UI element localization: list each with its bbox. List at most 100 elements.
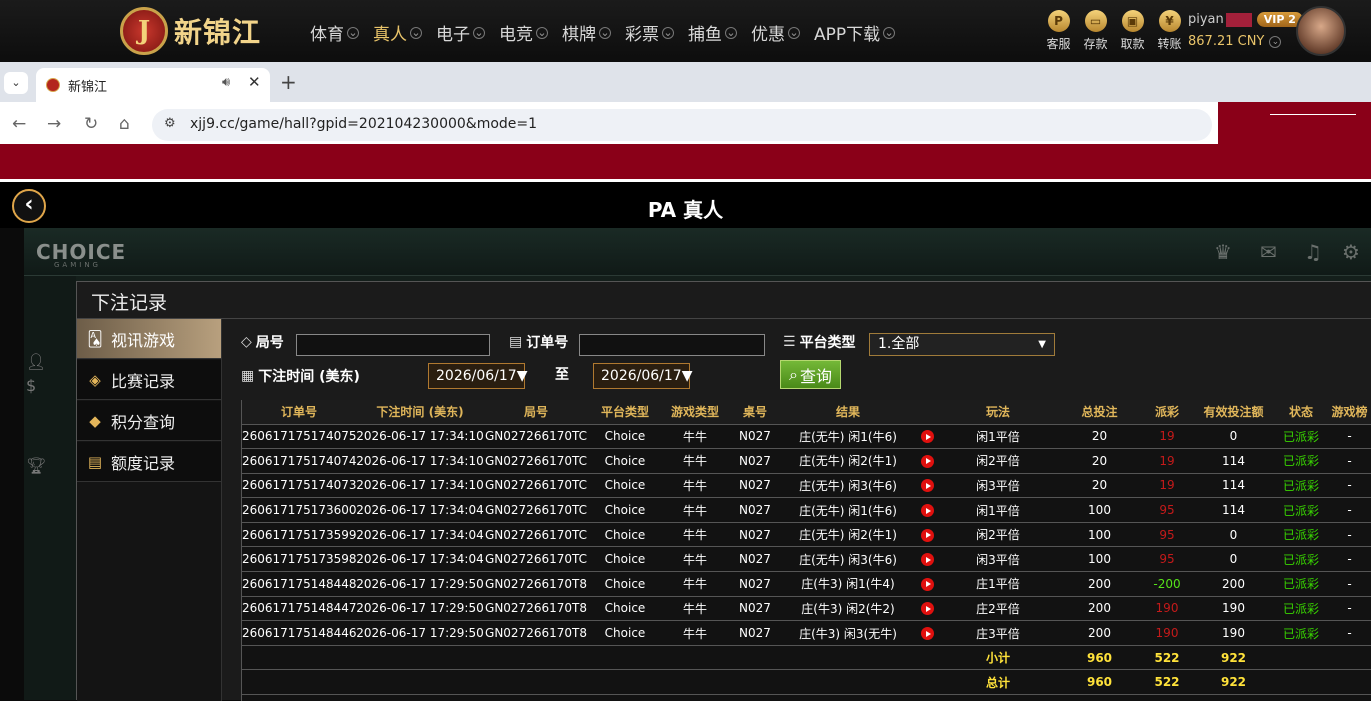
column-header: 下注时间 (美东) <box>356 400 484 425</box>
avatar[interactable] <box>1296 6 1346 56</box>
nav-item-label: 优惠 <box>751 25 785 45</box>
game-type-cell: 牛牛 <box>662 497 728 523</box>
site-logo[interactable]: J 新锦江 <box>120 4 285 58</box>
new-tab-plus-icon[interactable]: + <box>280 70 297 94</box>
status-cell: 已派彩 <box>1276 448 1326 474</box>
ticket-icon: ◈ <box>89 370 101 389</box>
vip-crown-icon[interactable]: ♛ <box>1214 240 1232 264</box>
play-replay-icon[interactable] <box>920 504 934 518</box>
empty-cell <box>728 645 782 671</box>
bet-time-cell: 2026-06-17 17:34:10 <box>356 448 484 474</box>
chevron-down-icon[interactable]: ⌄ <box>1269 35 1282 48</box>
valid-bet-cell: 0 <box>1191 424 1276 450</box>
browser-tab-bar: ⌄ 新锦江 🔊︎ ✕ + <box>0 62 1371 102</box>
site-settings-icon[interactable]: ⚙︎ <box>164 116 176 131</box>
play-replay-icon[interactable] <box>920 627 934 641</box>
play-replay-icon[interactable] <box>920 479 934 493</box>
customer-service-button[interactable]: P 客服 <box>1040 8 1077 52</box>
play-replay-icon[interactable] <box>920 430 934 444</box>
tool-label: 取款 <box>1120 37 1145 51</box>
total-row: 总计 960 522 922 <box>242 669 1371 696</box>
total-label: 总计 <box>940 669 1056 696</box>
nav-item[interactable]: 电竞 ⌄ <box>499 20 548 45</box>
redaction-line <box>1270 114 1356 115</box>
valid-bet-cell: 114 <box>1191 497 1276 523</box>
leaderboard-cell: - <box>1326 473 1371 499</box>
bet-time-cell: 2026-06-17 17:29:50 <box>356 620 484 646</box>
status-cell: 已派彩 <box>1276 620 1326 646</box>
nav-item[interactable]: 电子 ⌄ <box>436 20 485 45</box>
payout-cell: 95 <box>1143 497 1191 523</box>
chevron-down-icon: ⌄ <box>599 25 611 39</box>
nav-item[interactable]: 真人 ⌄ <box>373 20 422 45</box>
status-cell: 已派彩 <box>1276 497 1326 523</box>
logo-badge-icon: J <box>120 7 168 55</box>
play-replay-icon[interactable] <box>920 553 934 567</box>
table-id-cell: N027 <box>728 522 782 548</box>
side-menu-item[interactable]: ◈ 比赛记录 <box>77 360 221 400</box>
nav-item[interactable]: 彩票 ⌄ <box>625 20 674 45</box>
order-id-cell: 260617175173600 <box>242 497 356 523</box>
replay-cell <box>914 424 940 450</box>
result-cell: 庄(牛3) 闲2(牛2) <box>782 596 914 622</box>
reload-icon[interactable]: ↻ <box>84 114 98 134</box>
nav-item-label: 彩票 <box>625 25 659 45</box>
total-bet-cell: 200 <box>1056 571 1143 597</box>
round-id-cell: GN027266170TC <box>484 497 588 523</box>
play-replay-icon[interactable] <box>920 602 934 616</box>
deposit-wallet-button[interactable]: ▭ 存款 <box>1077 8 1114 52</box>
url-input[interactable]: ⚙︎ xjj9.cc/game/hall?gpid=202104230000&m… <box>152 109 1212 141</box>
forward-arrow-icon[interactable]: → <box>47 114 61 134</box>
date-from-picker[interactable]: 2026/06/17▼ <box>428 363 527 389</box>
query-button[interactable]: ⌕ 查询 <box>780 360 841 389</box>
empty-cell <box>1276 645 1326 671</box>
date-to-arrow-icon: ▼ <box>681 368 693 384</box>
play-replay-icon[interactable] <box>920 577 934 591</box>
replay-cell <box>914 497 940 523</box>
transfer-coin-button[interactable]: ¥ 转账 <box>1151 8 1188 52</box>
back-arrow-icon[interactable]: ← <box>12 114 26 134</box>
table-id-cell: N027 <box>728 473 782 499</box>
tool-label: 客服 <box>1046 37 1071 51</box>
platform-filter-label: ☰ 平台类型 <box>783 332 856 352</box>
home-icon[interactable]: ⌂ <box>119 114 130 134</box>
play-replay-icon[interactable] <box>920 454 934 468</box>
valid-bet-cell: 114 <box>1191 448 1276 474</box>
side-menu-item[interactable]: ◆ 积分查询 <box>77 401 221 441</box>
order-number-input[interactable] <box>579 334 765 356</box>
bet-time-label-text: 下注时间 (美东) <box>258 369 360 385</box>
tab-search-chevron-icon[interactable]: ⌄ <box>4 72 28 94</box>
logo-text: 新锦江 <box>174 16 262 49</box>
nav-item[interactable]: 棋牌 ⌄ <box>562 20 611 45</box>
side-menu-item[interactable]: 🂡 视讯游戏 <box>77 319 221 359</box>
bet-time-cell: 2026-06-17 17:34:10 <box>356 424 484 450</box>
music-icon[interactable]: ♫ <box>1304 240 1322 264</box>
empty-cell <box>484 645 588 671</box>
speaker-icon[interactable]: 🔊︎ <box>222 75 230 90</box>
chevron-down-icon: ⌄ <box>788 25 800 39</box>
empty-cell <box>662 645 728 671</box>
round-number-input[interactable] <box>296 334 490 356</box>
close-icon[interactable]: ✕ <box>248 73 261 91</box>
chat-icon[interactable]: ✉︎ <box>1260 240 1277 264</box>
order-label-text: 订单号 <box>526 335 569 351</box>
main-nav: 体育 ⌄ 真人 ⌄ 电子 ⌄ 电竞 ⌄ 棋牌 ⌄ 彩票 ⌄ 捕鱼 ⌄ 优惠 ⌄ APP下载 ⌄ <box>310 20 909 45</box>
table-header-row: 订单号 下注时间 (美东) 局号 平台类型 游戏类型 桌号 结果 玩法 总投注 派彩 有效投注额 状态… <box>242 400 1371 425</box>
play-replay-icon[interactable] <box>920 528 934 542</box>
platform-type-select[interactable]: 1.全部 ▼ <box>869 333 1055 356</box>
nav-item-label: 体育 <box>310 25 344 45</box>
withdraw-bag-button[interactable]: ▣ 取款 <box>1114 8 1151 52</box>
date-to-picker[interactable]: 2026/06/17▼ <box>593 363 693 389</box>
nav-item[interactable]: 捕鱼 ⌄ <box>688 20 737 45</box>
platform-select-value: 1.全部 <box>878 336 920 352</box>
nav-item[interactable]: APP下载 ⌄ <box>814 20 896 45</box>
browser-tab[interactable]: 新锦江 🔊︎ ✕ <box>36 68 270 102</box>
column-header: 桌号 <box>728 400 782 425</box>
settings-gear-icon[interactable]: ⚙︎ <box>1342 240 1360 264</box>
nav-item[interactable]: 优惠 ⌄ <box>751 20 800 45</box>
table-id-cell: N027 <box>728 424 782 450</box>
user-info[interactable]: piyan VIP 2 867.21 CNY ⌄ <box>1188 12 1303 49</box>
nav-item[interactable]: 体育 ⌄ <box>310 20 359 45</box>
side-menu-item[interactable]: ▤ 额度记录 <box>77 442 221 482</box>
record-side-menu: 🂡 视讯游戏 ◈ 比赛记录 ◆ 积分查询 ▤ 额度记录 <box>77 319 222 701</box>
